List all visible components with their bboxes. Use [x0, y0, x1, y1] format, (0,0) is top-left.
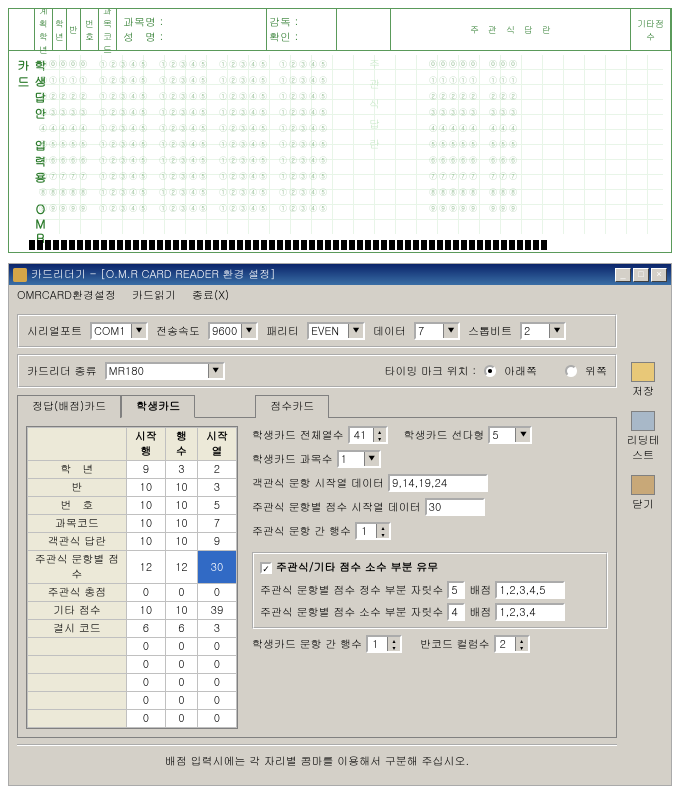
- table-row[interactable]: 주관식 문항별 점수121230: [28, 551, 237, 584]
- omr-timing-marks: [29, 240, 663, 252]
- table-row[interactable]: 000: [28, 674, 237, 692]
- parity-select[interactable]: EVEN: [307, 322, 365, 340]
- reading-test-button[interactable]: 리딩테스트: [623, 407, 663, 467]
- timing-top-radio[interactable]: [565, 365, 577, 377]
- tab-answer-card[interactable]: 정답(배점)카드: [17, 395, 121, 418]
- omr-card-preview: 학생답안 입력용 ＯＭＲ카드 계획 학년 학 년 반 번호 과목 코드 과목명 …: [8, 8, 672, 253]
- sub-score-start-input[interactable]: 30: [425, 498, 485, 516]
- table-row[interactable]: 학 년932: [28, 461, 237, 479]
- app-window: 카드리더기 - [O.M.R CARD READER 환경 설정] _ □ × …: [8, 263, 672, 786]
- menu-exit[interactable]: 종료(X): [188, 287, 233, 304]
- sub-gap-input[interactable]: 1: [355, 522, 391, 540]
- window-title: 카드리더기 - [O.M.R CARD READER 환경 설정]: [31, 267, 611, 282]
- connection-panel: 시리얼포트 COM1 전송속도 9600 패리티 EVEN 데이터 7 스톱비트…: [17, 314, 617, 348]
- table-row[interactable]: 결시 코드663: [28, 620, 237, 638]
- table-row[interactable]: 000: [28, 710, 237, 728]
- omr-bubble-overlay: ⓪⓪⓪⓪⓪ ①②③④⑤ ①②③④⑤ ①②③④⑤ ①②③④⑤ ⓪⓪⓪⓪⓪ ⓪⓪⓪ …: [39, 57, 661, 217]
- subj-count-select[interactable]: 1: [337, 450, 381, 468]
- data-label: 데이터: [373, 324, 406, 339]
- tab-student-card[interactable]: 학생카드: [121, 395, 195, 418]
- field-grid[interactable]: 시작행행 수시작열학 년932반10103번 호10105과목코드10107객관…: [26, 426, 238, 729]
- right-toolbar: 저장 리딩테스트 닫기: [621, 358, 665, 516]
- timing-label: 타이밍 마크 위치 :: [384, 364, 476, 379]
- reader-icon: [631, 411, 655, 431]
- baud-select[interactable]: 9600: [208, 322, 258, 340]
- decimal-checkbox[interactable]: ✓: [260, 562, 272, 574]
- close-button[interactable]: ×: [651, 268, 667, 282]
- table-row[interactable]: 주관식 총점000: [28, 584, 237, 602]
- save-icon: [631, 362, 655, 382]
- app-icon: [13, 268, 27, 282]
- sel-col-select[interactable]: 5: [488, 426, 532, 444]
- table-row[interactable]: 000: [28, 692, 237, 710]
- workspace: 저장 리딩테스트 닫기 시리얼포트 COM1 전송속도 9600 패리티 EVE…: [9, 306, 671, 785]
- stop-label: 스톱비트: [468, 324, 512, 339]
- dec-dist-input[interactable]: 1,2,3,4: [495, 603, 565, 621]
- table-row[interactable]: 번 호10105: [28, 497, 237, 515]
- table-row[interactable]: 000: [28, 656, 237, 674]
- table-row[interactable]: 과목코드10107: [28, 515, 237, 533]
- door-icon: [631, 475, 655, 495]
- obj-start-input[interactable]: 9,14,19,24: [388, 474, 488, 492]
- footer-note: 배점 입력시에는 각 자리별 콤마를 이용해서 구분해 주십시오.: [17, 744, 617, 777]
- settings-column: 학생카드 전체열수 41 학생카드 선다형 5 학생카드 과목수 1 객관식 문…: [252, 426, 608, 729]
- item-gap-input[interactable]: 1: [366, 635, 402, 653]
- int-digits-input[interactable]: 5: [447, 581, 465, 599]
- tabs: 정답(배점)카드 학생카드 점수카드: [17, 394, 617, 417]
- table-row[interactable]: 기타 점수101039: [28, 602, 237, 620]
- menu-read[interactable]: 카드읽기: [128, 287, 180, 304]
- omr-watermark: 주관식답란: [369, 59, 382, 159]
- total-cols-input[interactable]: 41: [348, 426, 388, 444]
- close-tool-button[interactable]: 닫기: [623, 471, 663, 516]
- table-row[interactable]: 객관식 답란10109: [28, 533, 237, 551]
- titlebar: 카드리더기 - [O.M.R CARD READER 환경 설정] _ □ ×: [9, 264, 671, 285]
- menubar: OMRCARD환경설정 카드읽기 종료(X): [9, 285, 671, 306]
- maximize-button[interactable]: □: [633, 268, 649, 282]
- port-select[interactable]: COM1: [90, 322, 148, 340]
- minimize-button[interactable]: _: [615, 268, 631, 282]
- table-row[interactable]: 반10103: [28, 479, 237, 497]
- reader-type-label: 카드리더 종류: [27, 364, 97, 379]
- omr-header: 계획 학년 학 년 반 번호 과목 코드 과목명 : 성 명 : 감독 : 확인…: [9, 9, 671, 51]
- reader-type-select[interactable]: MR180: [105, 362, 225, 380]
- port-label: 시리얼포트: [27, 324, 82, 339]
- menu-config[interactable]: OMRCARD환경설정: [13, 287, 120, 304]
- data-select[interactable]: 7: [414, 322, 460, 340]
- tab-content: 시작행행 수시작열학 년932반10103번 호10105과목코드10107객관…: [17, 417, 617, 738]
- stop-select[interactable]: 2: [520, 322, 566, 340]
- dec-digits-input[interactable]: 4: [447, 603, 465, 621]
- reader-panel: 카드리더 종류 MR180 타이밍 마크 위치 : 아래쪽 위쪽: [17, 354, 617, 388]
- baud-label: 전송속도: [156, 324, 200, 339]
- int-dist-input[interactable]: 1,2,3,4,5: [495, 581, 565, 599]
- save-button[interactable]: 저장: [623, 358, 663, 403]
- tab-score-card[interactable]: 점수카드: [255, 395, 329, 418]
- table-row[interactable]: 000: [28, 638, 237, 656]
- barcode-cols-input[interactable]: 2: [494, 635, 530, 653]
- timing-bottom-radio[interactable]: [484, 365, 496, 377]
- parity-label: 패리티: [266, 324, 299, 339]
